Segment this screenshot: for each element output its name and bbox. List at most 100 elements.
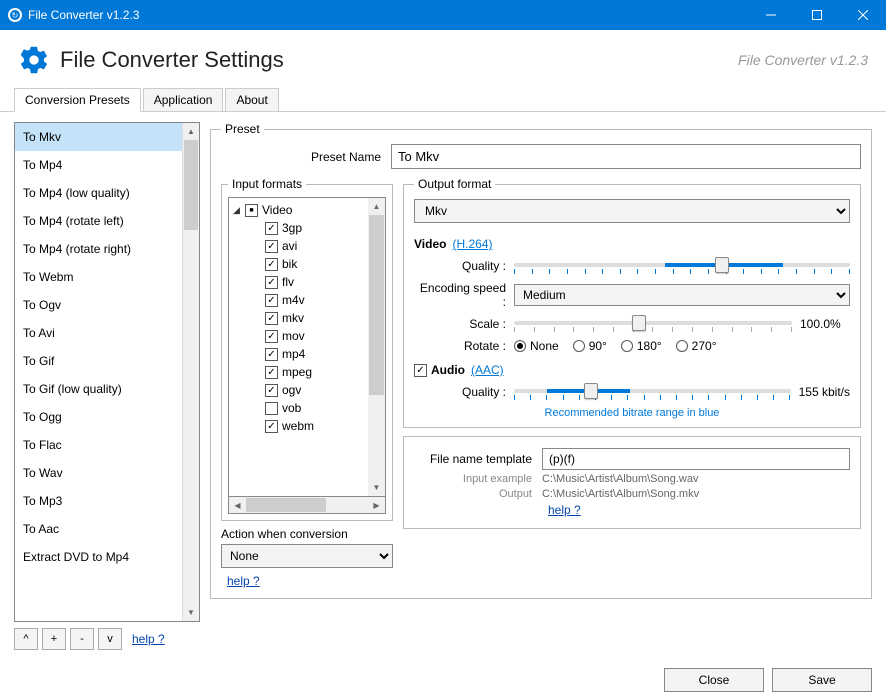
- filename-help-link[interactable]: help ?: [548, 503, 581, 517]
- rotate-option[interactable]: None: [514, 339, 559, 353]
- input-formats-hscrollbar[interactable]: ◀ ▶: [228, 497, 386, 514]
- scroll-left-icon[interactable]: ◀: [229, 497, 246, 513]
- preset-list-item[interactable]: To Mp4 (rotate left): [15, 207, 182, 235]
- audio-recommended-note: Recommended bitrate range in blue: [414, 407, 850, 419]
- input-format-checkbox[interactable]: [265, 240, 278, 253]
- filename-template-input[interactable]: [542, 448, 850, 470]
- preset-list-item[interactable]: To Mp4: [15, 151, 182, 179]
- output-format-select[interactable]: Mkv: [414, 199, 850, 223]
- video-quality-slider[interactable]: [514, 255, 850, 277]
- video-codec-link[interactable]: (H.264): [452, 237, 492, 251]
- input-format-label: vob: [282, 401, 301, 415]
- input-format-checkbox[interactable]: [265, 348, 278, 361]
- preset-list-item[interactable]: To Ogg: [15, 403, 182, 431]
- video-section-title: Video: [414, 237, 446, 251]
- window-close-button[interactable]: [840, 0, 886, 30]
- window-minimize-button[interactable]: [748, 0, 794, 30]
- preset-move-down-button[interactable]: v: [98, 628, 122, 650]
- input-format-item[interactable]: avi: [229, 237, 368, 255]
- preset-list-item[interactable]: To Webm: [15, 263, 182, 291]
- scroll-down-icon[interactable]: ▼: [368, 479, 385, 496]
- rotate-option[interactable]: 180°: [621, 339, 662, 353]
- input-format-root[interactable]: ◢ Video: [229, 201, 368, 219]
- action-when-conversion-select[interactable]: None: [221, 544, 393, 568]
- scroll-up-icon[interactable]: ▲: [183, 123, 199, 140]
- input-format-checkbox[interactable]: [265, 222, 278, 235]
- preset-list-item[interactable]: To Flac: [15, 431, 182, 459]
- close-button[interactable]: Close: [664, 668, 764, 692]
- rotate-option-label: 90°: [589, 339, 607, 353]
- preset-remove-button[interactable]: -: [70, 628, 94, 650]
- input-format-root-check[interactable]: [245, 204, 258, 217]
- input-formats-help-link[interactable]: help ?: [227, 574, 393, 588]
- preset-add-button[interactable]: +: [42, 628, 66, 650]
- preset-list-item[interactable]: To Gif (low quality): [15, 375, 182, 403]
- input-format-checkbox[interactable]: [265, 420, 278, 433]
- preset-list-item[interactable]: To Aac: [15, 515, 182, 543]
- rotate-option[interactable]: 90°: [573, 339, 607, 353]
- rotate-option[interactable]: 270°: [676, 339, 717, 353]
- audio-quality-slider[interactable]: [514, 381, 791, 403]
- preset-list-item[interactable]: To Mp4 (low quality): [15, 179, 182, 207]
- input-format-item[interactable]: 3gp: [229, 219, 368, 237]
- input-format-checkbox[interactable]: [265, 276, 278, 289]
- input-format-item[interactable]: flv: [229, 273, 368, 291]
- input-format-label: webm: [282, 419, 314, 433]
- input-format-item[interactable]: webm: [229, 417, 368, 435]
- input-format-checkbox[interactable]: [265, 384, 278, 397]
- rotate-option-label: 270°: [692, 339, 717, 353]
- audio-enabled-checkbox[interactable]: [414, 364, 427, 377]
- input-format-checkbox[interactable]: [265, 258, 278, 271]
- encoding-speed-label: Encoding speed :: [414, 281, 514, 309]
- preset-list-item[interactable]: To Ogv: [15, 291, 182, 319]
- input-formats-legend: Input formats: [228, 177, 306, 191]
- tab-about[interactable]: About: [225, 88, 278, 112]
- preset-group: Preset Preset Name Input formats ◢: [210, 122, 872, 599]
- input-format-item[interactable]: mkv: [229, 309, 368, 327]
- input-format-item[interactable]: mov: [229, 327, 368, 345]
- preset-list-item[interactable]: To Mp4 (rotate right): [15, 235, 182, 263]
- preset-list-item[interactable]: To Mkv: [15, 123, 182, 151]
- preset-list-item[interactable]: Extract DVD to Mp4: [15, 543, 182, 571]
- input-format-item[interactable]: m4v: [229, 291, 368, 309]
- tab-conversion-presets[interactable]: Conversion Presets: [14, 88, 141, 112]
- scroll-right-icon[interactable]: ▶: [368, 497, 385, 513]
- radio-icon: [621, 340, 633, 352]
- audio-quality-value: 155 kbit/s: [799, 385, 850, 399]
- input-format-checkbox[interactable]: [265, 294, 278, 307]
- input-format-item[interactable]: bik: [229, 255, 368, 273]
- preset-list-item[interactable]: To Mp3: [15, 487, 182, 515]
- hscrollbar-thumb[interactable]: [246, 498, 326, 512]
- scroll-down-icon[interactable]: ▼: [183, 604, 199, 621]
- input-format-item[interactable]: mp4: [229, 345, 368, 363]
- scrollbar-thumb[interactable]: [184, 140, 198, 230]
- input-format-item[interactable]: ogv: [229, 381, 368, 399]
- input-format-item[interactable]: vob: [229, 399, 368, 417]
- input-format-root-label: Video: [262, 203, 292, 217]
- tab-application[interactable]: Application: [143, 88, 224, 112]
- scale-slider[interactable]: [514, 313, 792, 335]
- preset-name-input[interactable]: [391, 144, 861, 169]
- preset-move-up-button[interactable]: ^: [14, 628, 38, 650]
- scroll-up-icon[interactable]: ▲: [368, 198, 385, 215]
- input-format-label: mpeg: [282, 365, 312, 379]
- presets-help-link[interactable]: help ?: [132, 632, 165, 646]
- input-format-label: m4v: [282, 293, 305, 307]
- preset-list-item[interactable]: To Avi: [15, 319, 182, 347]
- input-format-item[interactable]: mpeg: [229, 363, 368, 381]
- input-format-checkbox[interactable]: [265, 312, 278, 325]
- preset-list-item[interactable]: To Wav: [15, 459, 182, 487]
- input-format-checkbox[interactable]: [265, 402, 278, 415]
- encoding-speed-select[interactable]: Medium: [514, 284, 850, 306]
- input-format-checkbox[interactable]: [265, 366, 278, 379]
- save-button[interactable]: Save: [772, 668, 872, 692]
- window-maximize-button[interactable]: [794, 0, 840, 30]
- input-format-checkbox[interactable]: [265, 330, 278, 343]
- input-format-label: avi: [282, 239, 297, 253]
- preset-list-scrollbar[interactable]: ▲ ▼: [182, 123, 199, 621]
- preset-list-item[interactable]: To Gif: [15, 347, 182, 375]
- tree-collapse-icon[interactable]: ◢: [233, 205, 245, 216]
- scrollbar-thumb[interactable]: [369, 215, 384, 395]
- audio-codec-link[interactable]: (AAC): [471, 363, 504, 377]
- input-formats-vscrollbar[interactable]: ▲ ▼: [368, 198, 385, 496]
